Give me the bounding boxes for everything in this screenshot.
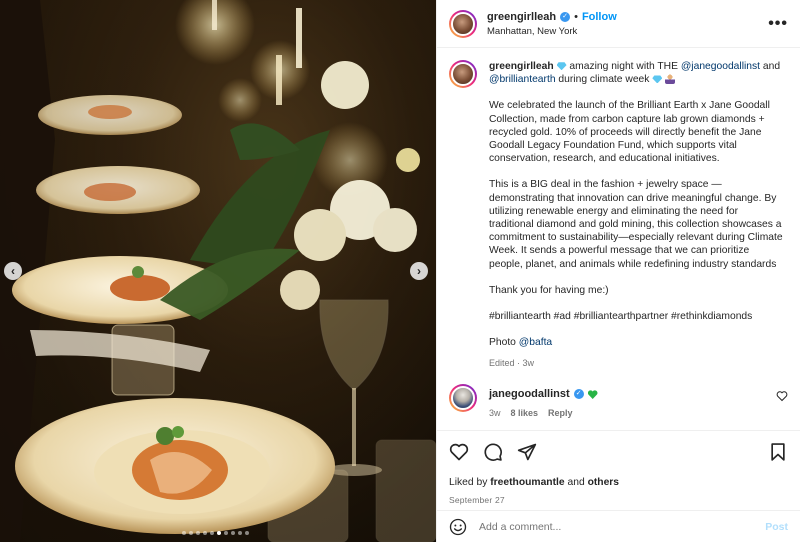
comment-age[interactable]: 3w	[489, 408, 501, 418]
post-location[interactable]: Manhattan, New York	[487, 26, 768, 37]
carousel-dot[interactable]	[245, 531, 249, 535]
caption-age[interactable]: 3w	[523, 358, 535, 368]
action-bar	[449, 439, 788, 465]
instagram-post-dialog: ‹ › greengirlleah ✓ • Follow Manhattan, …	[0, 0, 800, 542]
post-actions-area: Liked by freethoumantle and others Septe…	[437, 430, 800, 510]
caption-author[interactable]: greengirlleah	[489, 61, 554, 72]
photo-credit-line: Photo @bafta	[489, 336, 785, 349]
comment-input[interactable]	[479, 520, 766, 533]
author-avatar[interactable]	[449, 9, 477, 38]
caption-text: amazing night with THE	[569, 61, 678, 72]
save-bookmark-icon[interactable]	[768, 442, 788, 462]
carousel-dot[interactable]	[189, 531, 193, 535]
verified-badge-icon: ✓	[573, 389, 584, 400]
liked-by-line: Liked by freethoumantle and others	[449, 477, 788, 488]
liked-by-and: and	[567, 477, 585, 488]
like-heart-icon[interactable]	[449, 442, 469, 462]
caption-author-avatar[interactable]	[449, 60, 477, 88]
commenter-username[interactable]: janegoodallinst	[489, 388, 570, 400]
comment-item: janegoodallinst ✓ 3w 8 likes Reply	[449, 384, 788, 418]
gem-emoji-icon	[556, 62, 567, 71]
caption-text: during climate week	[558, 74, 650, 86]
green-heart-emoji-icon	[588, 390, 598, 399]
dinner-table-photo	[0, 0, 436, 542]
mention-link[interactable]: @brilliantearth	[489, 74, 556, 85]
caption-hashtags[interactable]: #brilliantearth #ad #brilliantearthpartn…	[489, 310, 785, 323]
gem-emoji-icon	[652, 75, 663, 84]
caption-first-line: greengirlleah amazing night with THE @ja…	[489, 60, 785, 86]
comment-like-heart-icon[interactable]	[776, 390, 788, 402]
caption-text: and	[762, 61, 781, 72]
more-options-icon[interactable]: •••	[768, 15, 788, 33]
follow-button[interactable]: Follow	[582, 11, 617, 23]
carousel-dots	[182, 531, 249, 535]
post-side-panel: greengirlleah ✓ • Follow Manhattan, New …	[436, 0, 800, 542]
add-comment-bar: Post	[437, 510, 800, 542]
reply-button[interactable]: Reply	[548, 408, 573, 418]
caption-meta: Edited · 3w	[489, 358, 535, 369]
commenter-avatar[interactable]	[449, 384, 477, 413]
post-date[interactable]: September 27	[449, 495, 788, 505]
caption: greengirlleah amazing night with THE @ja…	[449, 60, 788, 368]
share-paper-plane-icon[interactable]	[517, 442, 537, 462]
post-header: greengirlleah ✓ • Follow Manhattan, New …	[437, 0, 800, 48]
carousel-dot[interactable]	[182, 531, 186, 535]
author-username[interactable]: greengirlleah	[487, 11, 556, 23]
carousel-dot[interactable]	[203, 531, 207, 535]
person-emoji-icon	[665, 74, 676, 85]
edited-label: Edited	[489, 358, 515, 369]
separator: •	[574, 10, 578, 23]
caption-paragraph: We celebrated the launch of the Brillian…	[489, 100, 770, 165]
carousel-dot[interactable]	[210, 531, 214, 535]
carousel-dot[interactable]	[238, 531, 242, 535]
emoji-picker-icon[interactable]	[449, 518, 467, 536]
comment-bubble-icon[interactable]	[483, 442, 503, 462]
carousel-dot-active[interactable]	[217, 531, 221, 535]
carousel-prev-button[interactable]: ‹	[4, 262, 22, 280]
liked-by-user-link[interactable]: freethoumantle	[490, 477, 564, 488]
photo-label: Photo	[489, 337, 516, 349]
comment-likes[interactable]: 8 likes	[511, 408, 539, 418]
carousel-dot[interactable]	[224, 531, 228, 535]
comments-section: greengirlleah amazing night with THE @ja…	[437, 48, 800, 430]
liked-by-prefix: Liked by	[449, 477, 488, 488]
carousel-next-button[interactable]: ›	[410, 262, 428, 280]
carousel-dot[interactable]	[196, 531, 200, 535]
photo-credit-link[interactable]: @bafta	[519, 337, 552, 348]
mention-link[interactable]: @janegoodallinst	[681, 61, 760, 72]
verified-badge-icon: ✓	[560, 11, 571, 22]
carousel-dot[interactable]	[231, 531, 235, 535]
liked-by-others-link[interactable]: others	[588, 477, 619, 488]
caption-paragraph: Thank you for having me:)	[489, 284, 609, 296]
post-comment-button[interactable]: Post	[765, 521, 788, 533]
post-photo: ‹ ›	[0, 0, 436, 542]
caption-paragraph: This is a BIG deal in the fashion + jewe…	[489, 179, 783, 270]
